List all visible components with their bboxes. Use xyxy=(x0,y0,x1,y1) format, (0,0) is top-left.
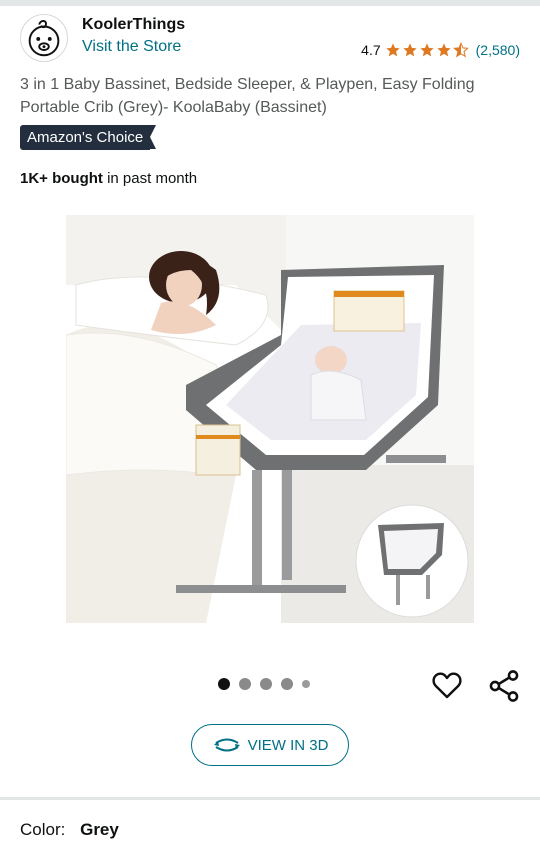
divider xyxy=(0,797,540,800)
bassinet-photo xyxy=(66,215,474,623)
color-label: Color: xyxy=(20,820,66,839)
rating[interactable]: 4.7 (2,580) xyxy=(361,42,520,58)
store-logo[interactable] xyxy=(20,14,68,62)
rotate-3d-icon xyxy=(213,738,240,752)
bought-count: 1K+ bought in past month xyxy=(20,170,197,187)
visit-store-link[interactable]: Visit the Store xyxy=(82,38,181,56)
baby-face-icon xyxy=(28,20,60,57)
star-full-icon xyxy=(436,43,451,57)
color-value: Grey xyxy=(80,820,119,839)
rating-value: 4.7 xyxy=(361,42,381,58)
amazons-choice-badge[interactable]: Amazon's Choice xyxy=(20,125,157,150)
carousel-dot-1[interactable] xyxy=(218,678,230,690)
carousel-dot-3[interactable] xyxy=(260,678,272,690)
carousel-dot-4[interactable] xyxy=(281,678,293,690)
product-image[interactable] xyxy=(66,215,474,623)
rating-count[interactable]: (2,580) xyxy=(476,42,520,58)
store-name: KoolerThings xyxy=(82,16,186,33)
share-icon[interactable] xyxy=(486,668,522,704)
product-title: 3 in 1 Baby Bassinet, Bedside Sleeper, &… xyxy=(20,76,475,116)
bought-count-rest: in past month xyxy=(102,170,198,187)
image-carousel-dots[interactable] xyxy=(218,678,319,690)
carousel-dot-2[interactable] xyxy=(239,678,251,690)
carousel-dot-5[interactable] xyxy=(302,680,310,688)
color-selector: Color: Grey xyxy=(20,820,119,840)
bought-count-bold: 1K+ bought xyxy=(20,170,103,187)
view-in-3d-button[interactable]: VIEW IN 3D xyxy=(191,724,349,766)
star-full-icon xyxy=(419,43,434,57)
store-row: KoolerThings Visit the Store 4.7 (2,580) xyxy=(0,6,540,68)
heart-icon[interactable] xyxy=(430,668,464,702)
star-full-icon xyxy=(385,43,400,57)
view-in-3d-label: VIEW IN 3D xyxy=(247,736,329,754)
star-full-icon xyxy=(402,43,417,57)
star-rating xyxy=(385,42,470,58)
star-half-icon xyxy=(452,42,469,58)
